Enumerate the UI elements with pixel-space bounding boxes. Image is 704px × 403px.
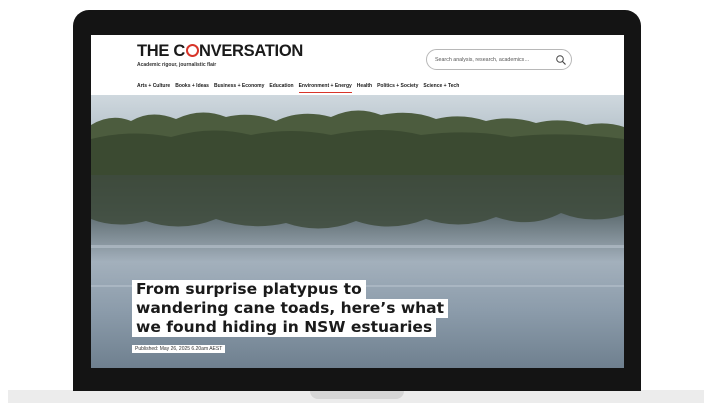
nav-item-education[interactable]: Education (269, 83, 293, 93)
search-box[interactable] (426, 49, 572, 70)
speech-bubble-logo-icon (185, 44, 199, 57)
nav-item-science-tech[interactable]: Science + Tech (423, 83, 459, 93)
site-tagline: Academic rigour, journalistic flair (137, 62, 217, 68)
article-headline[interactable]: From surprise platypus to wandering cane… (132, 280, 462, 355)
search-icon[interactable] (555, 54, 567, 66)
nav-item-arts-culture[interactable]: Arts + Culture (137, 83, 170, 93)
nav-item-business-economy[interactable]: Business + Economy (214, 83, 264, 93)
headline-line-3: we found hiding in NSW estuaries (132, 318, 437, 337)
search-input[interactable] (435, 54, 551, 66)
published-date: Published: May 26, 2025 6.20am AEST (132, 345, 226, 353)
logo-text-suffix: NVERSATION (199, 42, 303, 60)
nav-item-environment-energy[interactable]: Environment + Energy (298, 83, 353, 93)
headline-line-1: From surprise platypus to (132, 280, 366, 299)
laptop-notch (310, 390, 404, 399)
section-nav: Arts + Culture Books + Ideas Business + … (137, 83, 459, 93)
headline-line-2: wandering cane toads, here’s what (132, 299, 449, 318)
browser-screen: THE C NVERSATION Academic rigour, journal… (91, 35, 624, 368)
nav-item-books-ideas[interactable]: Books + Ideas (175, 83, 209, 93)
logo-text-prefix: THE C (137, 42, 186, 60)
site-logo[interactable]: THE C NVERSATION (137, 43, 303, 60)
hero-image[interactable]: From surprise platypus to wandering cane… (91, 95, 624, 368)
nav-item-health[interactable]: Health (357, 83, 372, 93)
nav-item-politics-society[interactable]: Politics + Society (377, 83, 418, 93)
